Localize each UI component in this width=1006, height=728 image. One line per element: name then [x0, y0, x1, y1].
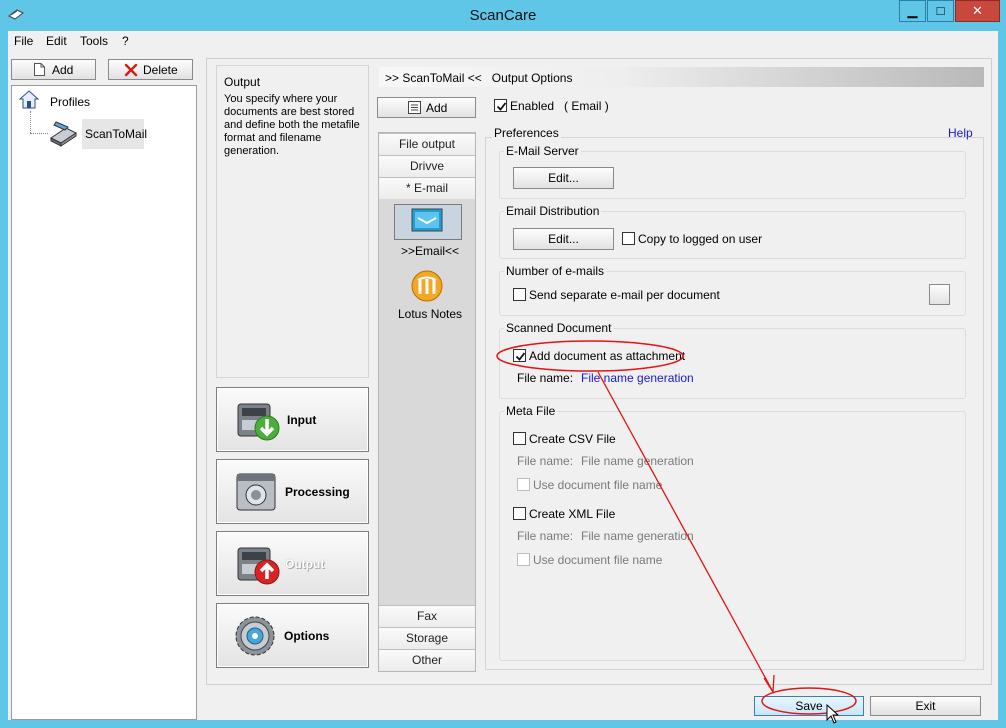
annotation-overlay	[496, 340, 857, 715]
mouse-cursor-icon	[826, 703, 840, 727]
